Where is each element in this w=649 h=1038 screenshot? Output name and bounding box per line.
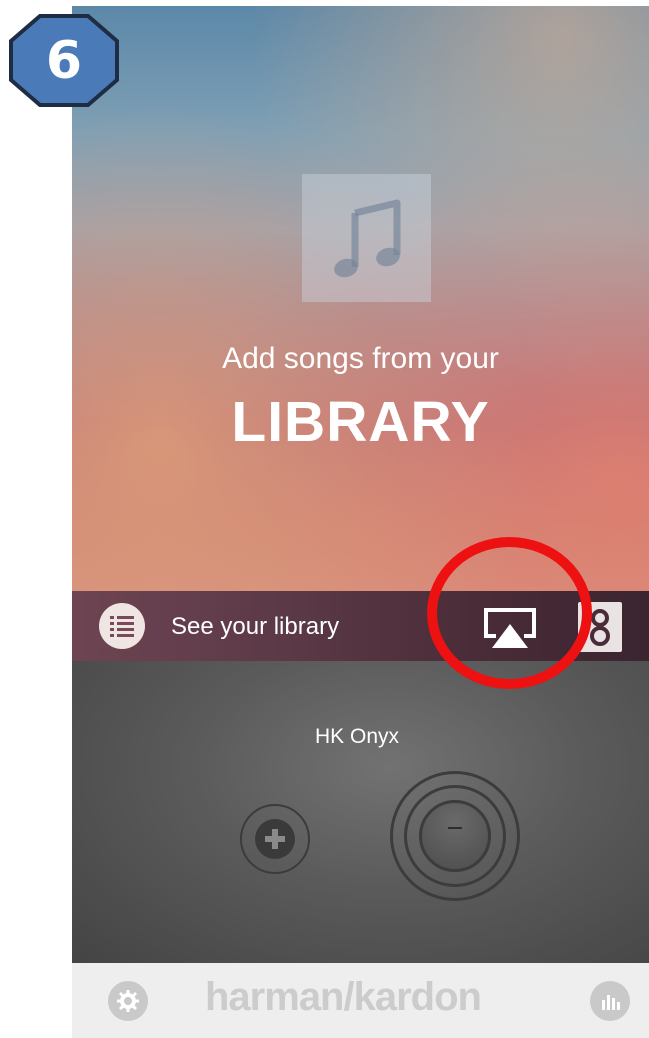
player-area: HK Onyx (72, 661, 649, 963)
plus-icon (255, 819, 295, 859)
add-speaker-button[interactable] (240, 804, 310, 874)
footer-bar: harman/kardon (72, 963, 649, 1038)
hero-title: LIBRARY (231, 390, 490, 454)
harman-kardon-logo: harman/kardon (205, 975, 482, 1019)
minus-icon (419, 800, 491, 872)
music-note-icon[interactable] (302, 174, 431, 302)
list-icon[interactable] (99, 603, 145, 649)
hero-subtitle: Add songs from your (222, 342, 499, 375)
device-name: HK Onyx (314, 725, 400, 748)
step-number: 6 (45, 30, 83, 91)
hero-area: Add songs from your LIBRARY (72, 6, 649, 591)
app-screen: Add songs from your LIBRARY See your lib… (72, 6, 649, 1038)
remove-button-ring (404, 785, 506, 887)
highlight-circle (427, 537, 592, 689)
remove-speaker-button[interactable] (390, 771, 520, 901)
step-badge: 6 (8, 13, 120, 108)
gear-icon[interactable] (108, 981, 148, 1021)
equalizer-icon[interactable] (590, 981, 630, 1021)
see-library-label[interactable]: See your library (171, 613, 339, 641)
